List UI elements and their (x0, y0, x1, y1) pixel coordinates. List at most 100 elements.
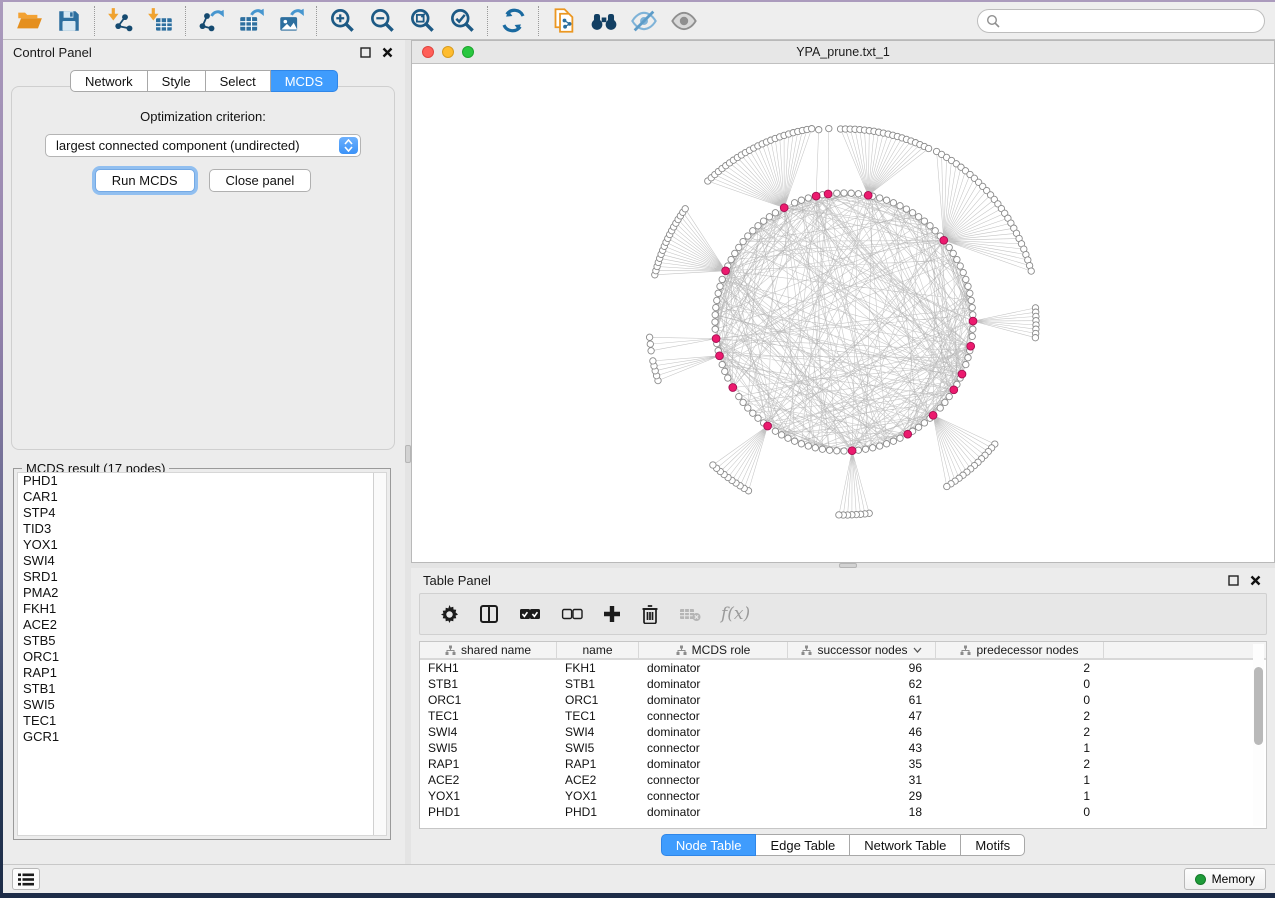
close-mcds-panel-button[interactable]: Close panel (209, 169, 312, 192)
mcds-node[interactable] (864, 191, 872, 199)
tab-network[interactable]: Network (70, 70, 148, 92)
tab-edge-table[interactable]: Edge Table (756, 834, 850, 856)
network-node[interactable] (745, 233, 751, 239)
import-table-button[interactable] (140, 5, 180, 37)
table-row[interactable]: STB1STB1dominator620 (420, 676, 1266, 692)
list-item[interactable]: ACE2 (18, 617, 386, 633)
network-node[interactable] (809, 126, 815, 132)
network-node[interactable] (714, 297, 720, 303)
list-item[interactable]: ORC1 (18, 649, 386, 665)
mcds-node[interactable] (812, 192, 820, 200)
network-node[interactable] (848, 190, 854, 196)
network-node[interactable] (927, 223, 933, 229)
network-node[interactable] (772, 210, 778, 216)
network-node[interactable] (791, 438, 797, 444)
delete-column-button[interactable] (641, 599, 659, 629)
export-network-button[interactable] (191, 5, 231, 37)
table-row[interactable]: ACE2ACE2connector311 (420, 772, 1266, 788)
table-row[interactable]: FKH1FKH1dominator962 (420, 660, 1266, 676)
network-node[interactable] (750, 410, 756, 416)
network-node[interactable] (921, 218, 927, 224)
network-node[interactable] (890, 438, 896, 444)
mcds-node[interactable] (722, 267, 730, 275)
list-item[interactable]: PMA2 (18, 585, 386, 601)
create-column-button[interactable] (603, 599, 621, 629)
network-node[interactable] (760, 218, 766, 224)
network-node[interactable] (957, 263, 963, 269)
network-node[interactable] (736, 244, 742, 250)
network-node[interactable] (715, 290, 721, 296)
close-table-panel-button[interactable] (1247, 572, 1263, 588)
mcds-result-list[interactable]: PHD1CAR1STP4TID3YOX1SWI4SRD1PMA2FKH1ACE2… (17, 472, 387, 836)
network-node[interactable] (963, 361, 969, 367)
mcds-node[interactable] (950, 386, 958, 394)
list-item[interactable]: TID3 (18, 521, 386, 537)
mcds-node[interactable] (929, 411, 937, 419)
table-scrollbar[interactable] (1253, 644, 1264, 826)
network-node[interactable] (834, 190, 840, 196)
list-item[interactable]: STB1 (18, 681, 386, 697)
mcds-node[interactable] (712, 335, 720, 343)
network-node[interactable] (750, 228, 756, 234)
mcds-node[interactable] (764, 422, 772, 430)
task-history-button[interactable] (12, 868, 40, 890)
network-node[interactable] (791, 200, 797, 206)
network-node[interactable] (740, 399, 746, 405)
table-scrollbar-thumb[interactable] (1254, 667, 1263, 745)
network-node[interactable] (719, 276, 725, 282)
network-node[interactable] (778, 432, 784, 438)
binoculars-button[interactable] (584, 5, 624, 37)
network-node[interactable] (712, 326, 718, 332)
tab-node-table[interactable]: Node Table (661, 834, 757, 856)
network-node[interactable] (932, 228, 938, 234)
list-item[interactable]: YOX1 (18, 537, 386, 553)
network-node[interactable] (855, 191, 861, 197)
network-node[interactable] (755, 415, 761, 421)
network-node[interactable] (925, 145, 931, 151)
network-node[interactable] (717, 283, 723, 289)
network-node[interactable] (915, 424, 921, 430)
network-node[interactable] (819, 446, 825, 452)
table-row[interactable]: SWI4SWI4dominator462 (420, 724, 1266, 740)
network-node[interactable] (712, 312, 718, 318)
network-node[interactable] (897, 435, 903, 441)
network-node[interactable] (969, 304, 975, 310)
network-node[interactable] (728, 256, 734, 262)
network-node[interactable] (682, 206, 688, 212)
network-node[interactable] (1032, 335, 1038, 341)
network-node[interactable] (890, 200, 896, 206)
network-node[interactable] (798, 197, 804, 203)
column-header-shared-name[interactable]: shared name (420, 642, 557, 658)
network-node[interactable] (877, 195, 883, 201)
table-row[interactable]: PHD1PHD1dominator180 (420, 804, 1266, 820)
duplicate-network-button[interactable] (544, 5, 584, 37)
show-columns-button[interactable] (479, 599, 499, 629)
network-node[interactable] (826, 447, 832, 453)
mcds-node[interactable] (848, 447, 856, 455)
network-node[interactable] (968, 297, 974, 303)
network-node[interactable] (909, 210, 915, 216)
network-node[interactable] (755, 223, 761, 229)
network-node[interactable] (805, 443, 811, 449)
mcds-node[interactable] (716, 352, 724, 360)
network-node[interactable] (712, 319, 718, 325)
list-item[interactable]: SRD1 (18, 569, 386, 585)
network-node[interactable] (970, 326, 976, 332)
network-node[interactable] (826, 125, 832, 131)
memory-button[interactable]: Memory (1184, 868, 1266, 890)
optimization-criterion-select[interactable]: largest connected component (undirected) (45, 134, 361, 157)
network-node[interactable] (745, 405, 751, 411)
list-item[interactable]: GCR1 (18, 729, 386, 745)
list-item[interactable]: PHD1 (18, 473, 386, 489)
deselect-all-button[interactable] (561, 599, 583, 629)
network-node[interactable] (740, 238, 746, 244)
column-header-mcds-role[interactable]: MCDS role (639, 642, 788, 658)
network-node[interactable] (965, 283, 971, 289)
network-node[interactable] (862, 446, 868, 452)
network-node[interactable] (725, 375, 731, 381)
network-window-titlebar[interactable]: YPA_prune.txt_1 (412, 41, 1274, 64)
network-node[interactable] (646, 334, 652, 340)
network-node[interactable] (921, 420, 927, 426)
network-graph[interactable] (412, 64, 1274, 562)
zoom-fit-button[interactable] (402, 5, 442, 37)
